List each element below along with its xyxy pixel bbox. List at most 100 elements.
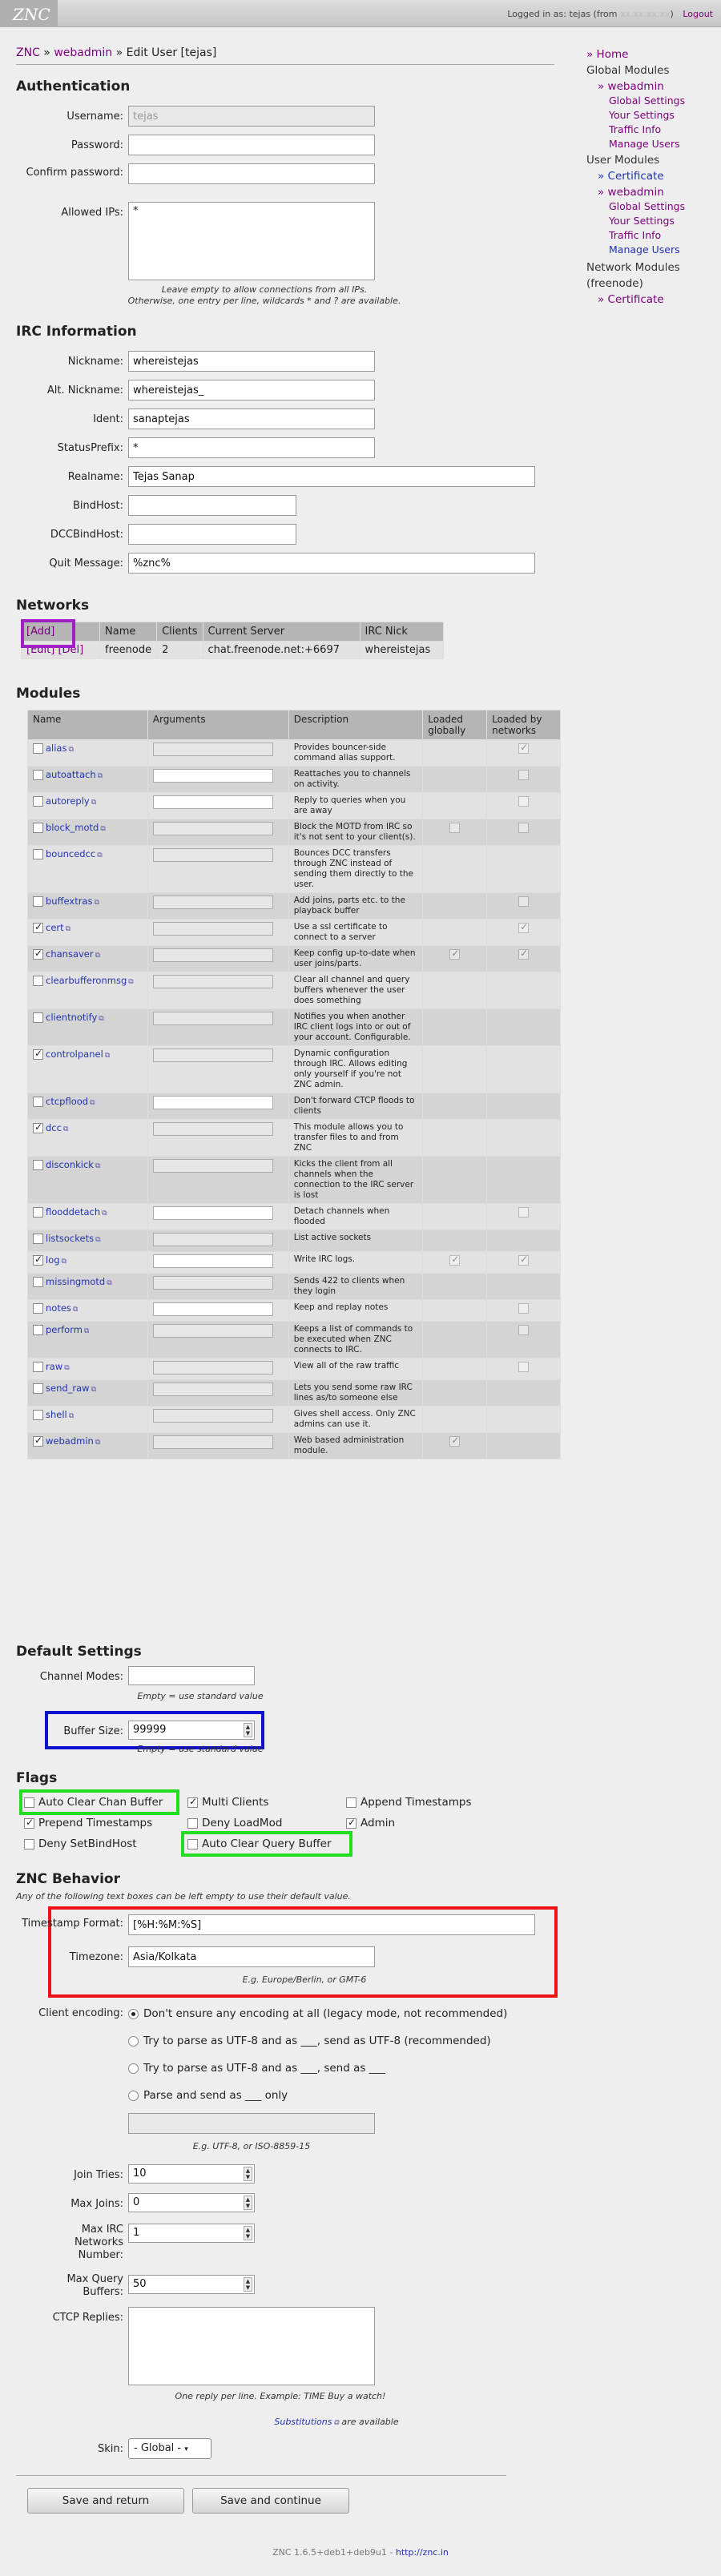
- encoding-radio-1[interactable]: [128, 2008, 139, 2019]
- encoding-radio-4[interactable]: [128, 2090, 139, 2101]
- flag-multi-clients[interactable]: Multi Clients: [187, 1796, 268, 1809]
- module-arguments-field[interactable]: [152, 1254, 273, 1268]
- module-name-link[interactable]: disconkick: [46, 1159, 94, 1170]
- module-name-link[interactable]: alias: [46, 743, 66, 754]
- confirm-password-field[interactable]: [128, 163, 375, 184]
- flag-deny-setbindhost[interactable]: Deny SetBindHost: [24, 1837, 137, 1850]
- module-name-link[interactable]: autoattach: [46, 769, 96, 780]
- sidebar-traffic-info-2[interactable]: Traffic Info: [609, 229, 661, 241]
- module-name-link[interactable]: buffextras: [46, 896, 92, 907]
- join-tries-field[interactable]: 10 ▲ ▼: [128, 2164, 255, 2184]
- module-checkbox[interactable]: [33, 1048, 43, 1060]
- max-networks-field[interactable]: 1 ▲ ▼: [128, 2224, 255, 2243]
- save-and-continue-button[interactable]: Save and continue: [192, 2488, 349, 2514]
- flag-append-timestamps[interactable]: Append Timestamps: [346, 1796, 472, 1809]
- module-checkbox[interactable]: [33, 1012, 43, 1023]
- encoding-field[interactable]: [128, 2113, 375, 2134]
- module-name-link[interactable]: block_motd: [46, 822, 99, 833]
- module-checkbox[interactable]: [33, 743, 43, 754]
- module-checkbox[interactable]: [33, 1410, 43, 1420]
- module-arguments-field[interactable]: [152, 769, 273, 783]
- module-arguments-field[interactable]: [152, 1206, 273, 1220]
- module-checkbox[interactable]: [33, 1277, 43, 1287]
- module-name-link[interactable]: listsockets: [46, 1233, 94, 1244]
- footer-link[interactable]: http://znc.in: [396, 2547, 449, 2558]
- module-name-link[interactable]: autoreply: [46, 795, 90, 807]
- sidebar-webadmin[interactable]: » webadmin: [598, 80, 664, 93]
- module-checkbox[interactable]: [33, 1383, 43, 1394]
- module-name-link[interactable]: controlpanel: [46, 1049, 103, 1060]
- module-checkbox[interactable]: [33, 896, 43, 907]
- module-checkbox[interactable]: [33, 1097, 43, 1107]
- timestamp-format-field[interactable]: [128, 1914, 535, 1935]
- module-checkbox[interactable]: [33, 1435, 43, 1447]
- encoding-option-1[interactable]: Don't ensure any encoding at all (legacy…: [128, 2007, 507, 2020]
- module-checkbox[interactable]: [33, 823, 43, 833]
- sidebar-your-settings-2[interactable]: Your Settings: [609, 215, 675, 227]
- module-name-link[interactable]: log: [46, 1254, 60, 1266]
- module-arguments-field[interactable]: [152, 1096, 273, 1109]
- module-name-link[interactable]: missingmotd: [46, 1276, 105, 1287]
- alt-nickname-field[interactable]: [128, 380, 375, 400]
- module-name-link[interactable]: clientnotify: [46, 1012, 97, 1023]
- module-name-link[interactable]: cert: [46, 922, 64, 933]
- module-checkbox[interactable]: [33, 1254, 43, 1266]
- encoding-option-3[interactable]: Try to parse as UTF-8 and as ___, send a…: [128, 2062, 385, 2075]
- prepend-timestamps-checkbox[interactable]: [24, 1817, 34, 1829]
- sidebar-certificate-net[interactable]: » Certificate: [598, 293, 664, 306]
- sidebar-certificate[interactable]: » Certificate: [598, 170, 664, 183]
- substitutions-link[interactable]: Substitutions: [274, 2417, 332, 2427]
- multi-clients-checkbox[interactable]: [187, 1796, 198, 1808]
- sidebar-traffic-info[interactable]: Traffic Info: [609, 123, 661, 135]
- flag-admin[interactable]: Admin: [346, 1817, 395, 1829]
- module-name-link[interactable]: notes: [46, 1302, 71, 1314]
- encoding-radio-2[interactable]: [128, 2035, 139, 2047]
- bindhost-field[interactable]: [128, 495, 296, 516]
- join-tries-spinner[interactable]: ▲ ▼: [244, 2167, 252, 2181]
- ident-field[interactable]: [128, 409, 375, 429]
- dccbindhost-field[interactable]: [128, 524, 296, 545]
- allowed-ips-field[interactable]: *: [128, 202, 375, 280]
- module-checkbox[interactable]: [33, 948, 43, 960]
- sidebar-global-settings[interactable]: Global Settings: [609, 95, 685, 107]
- module-name-link[interactable]: chansaver: [46, 948, 94, 960]
- sidebar-manage-users-2[interactable]: Manage Users: [609, 244, 680, 256]
- module-name-link[interactable]: send_raw: [46, 1383, 90, 1394]
- save-and-return-button[interactable]: Save and return: [27, 2488, 184, 2514]
- module-checkbox[interactable]: [33, 1325, 43, 1335]
- nickname-field[interactable]: [128, 351, 375, 372]
- module-name-link[interactable]: perform: [46, 1324, 83, 1335]
- module-checkbox[interactable]: [33, 1121, 43, 1133]
- timezone-field[interactable]: [128, 1946, 375, 1967]
- deny-loadmod-checkbox[interactable]: [187, 1817, 198, 1829]
- module-checkbox[interactable]: [33, 976, 43, 986]
- module-name-link[interactable]: ctcpflood: [46, 1096, 88, 1107]
- encoding-option-2[interactable]: Try to parse as UTF-8 and as ___, send a…: [128, 2035, 491, 2047]
- module-arguments-field[interactable]: [152, 795, 273, 809]
- module-name-link[interactable]: shell: [46, 1409, 67, 1420]
- sidebar-webadmin-user[interactable]: » webadmin: [598, 186, 664, 199]
- flag-prepend-timestamps[interactable]: Prepend Timestamps: [24, 1817, 152, 1829]
- admin-checkbox[interactable]: [346, 1817, 356, 1829]
- max-joins-spinner[interactable]: ▲ ▼: [244, 2196, 252, 2210]
- append-timestamps-checkbox[interactable]: [346, 1797, 356, 1808]
- module-arguments-field[interactable]: [152, 1302, 273, 1316]
- module-name-link[interactable]: clearbufferonmsg: [46, 975, 127, 986]
- logout-link[interactable]: Logout: [683, 9, 713, 19]
- module-checkbox[interactable]: [33, 770, 43, 780]
- module-checkbox[interactable]: [33, 1234, 43, 1244]
- encoding-option-4[interactable]: Parse and send as ___ only: [128, 2089, 288, 2102]
- realname-field[interactable]: [128, 466, 535, 487]
- module-checkbox[interactable]: [33, 1160, 43, 1170]
- flag-deny-loadmod[interactable]: Deny LoadMod: [187, 1817, 282, 1829]
- statusprefix-field[interactable]: [128, 437, 375, 458]
- breadcrumb-znc[interactable]: ZNC: [16, 46, 40, 59]
- breadcrumb-webadmin[interactable]: webadmin: [54, 46, 112, 59]
- module-name-link[interactable]: bouncedcc: [46, 848, 95, 859]
- module-checkbox[interactable]: [33, 796, 43, 807]
- module-name-link[interactable]: raw: [46, 1361, 62, 1372]
- deny-setbindhost-checkbox[interactable]: [24, 1838, 34, 1849]
- module-name-link[interactable]: webadmin: [46, 1435, 94, 1447]
- module-name-link[interactable]: flooddetach: [46, 1206, 100, 1218]
- module-checkbox[interactable]: [33, 1303, 43, 1314]
